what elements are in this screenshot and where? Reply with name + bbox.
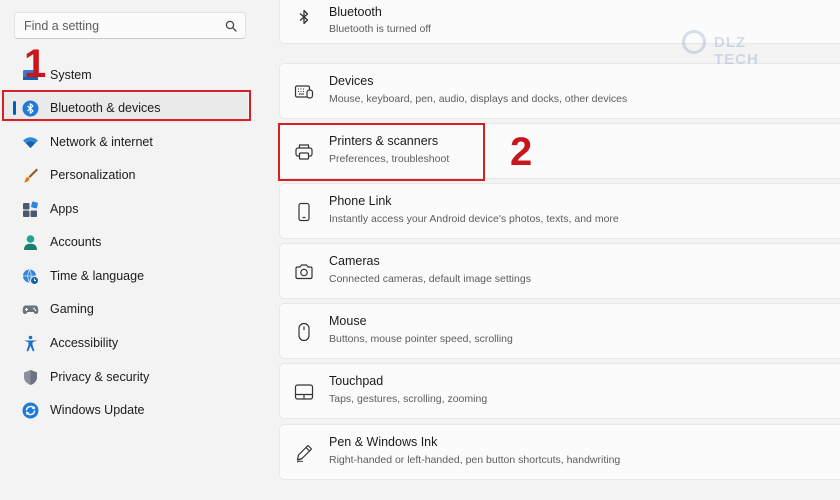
gamepad-icon [22, 305, 39, 314]
sidebar-item-label: Network & internet [50, 135, 153, 149]
card-title: Phone Link [329, 194, 392, 208]
sidebar-item-accounts[interactable]: Accounts [4, 227, 248, 257]
watermark-circle [682, 30, 706, 54]
search-input[interactable]: Find a setting [24, 19, 99, 33]
wifi-icon [23, 137, 38, 148]
apps-icon [23, 201, 38, 217]
sidebar-item-windows-update[interactable]: Windows Update [4, 395, 248, 425]
sidebar-item-accessibility[interactable]: Accessibility [4, 328, 248, 358]
watermark-logo: DLZ TECH [672, 28, 796, 68]
bluetooth-icon [299, 9, 309, 25]
accessibility-icon [24, 335, 37, 352]
sidebar-item-label: System [50, 68, 92, 82]
watermark-text: DLZ TECH [714, 34, 759, 68]
sidebar-item-label: Privacy & security [50, 370, 150, 384]
step-number-2: 2 [510, 130, 533, 174]
sidebar-item-privacy-security[interactable]: Privacy & security [4, 362, 248, 392]
card-title: Devices [329, 74, 374, 88]
card-description: Taps, gestures, scrolling, zooming [329, 393, 488, 405]
search-icon[interactable] [225, 20, 237, 32]
card-description: Instantly access your Android device's p… [329, 213, 619, 225]
card-title: Pen & Windows Ink [329, 435, 438, 449]
settings-card-mouse[interactable]: Mouse Buttons, mouse pointer speed, scro… [279, 303, 840, 359]
sidebar-item-time-language[interactable]: Time & language [4, 261, 248, 291]
pen-icon [296, 444, 313, 463]
card-description: Right-handed or left-handed, pen button … [329, 454, 621, 466]
sidebar-item-gaming[interactable]: Gaming [4, 294, 248, 324]
sidebar-item-label: Time & language [50, 269, 145, 283]
mouse-icon [298, 322, 310, 342]
settings-card-devices[interactable]: Devices Mouse, keyboard, pen, audio, dis… [279, 63, 840, 119]
settings-card-touchpad[interactable]: Touchpad Taps, gestures, scrolling, zoom… [279, 363, 840, 419]
person-icon [24, 235, 37, 250]
highlight-box-bluetooth-devices [2, 90, 251, 121]
card-description: Buttons, mouse pointer speed, scrolling [329, 333, 513, 345]
settings-card-cameras[interactable]: Cameras Connected cameras, default image… [279, 243, 840, 299]
camera-icon [295, 264, 313, 280]
settings-card-pen-windows-ink[interactable]: Pen & Windows Ink Right-handed or left-h… [279, 424, 840, 480]
devices-icon [294, 85, 314, 99]
sidebar-item-label: Accounts [50, 235, 102, 249]
sidebar-item-personalization[interactable]: Personalization [4, 160, 248, 190]
globe-clock-icon [23, 269, 39, 285]
sidebar-item-label: Windows Update [50, 403, 145, 417]
highlight-box-printers-scanners [278, 123, 485, 181]
update-icon [22, 402, 39, 419]
brush-icon [24, 168, 38, 183]
sidebar-item-label: Gaming [50, 302, 94, 316]
sidebar-item-label: Personalization [50, 168, 136, 182]
sidebar-item-label: Accessibility [50, 336, 119, 350]
card-title: Touchpad [329, 374, 384, 388]
shield-icon [24, 370, 37, 385]
sidebar-item-label: Apps [50, 202, 79, 216]
sidebar-item-apps[interactable]: Apps [4, 194, 248, 224]
search-box[interactable]: Find a setting [14, 12, 246, 39]
card-description: Bluetooth is turned off [329, 23, 431, 35]
card-description: Mouse, keyboard, pen, audio, displays an… [329, 93, 628, 105]
card-title: Mouse [329, 314, 367, 328]
settings-card-phone-link[interactable]: Phone Link Instantly access your Android… [279, 183, 840, 239]
phone-icon [298, 202, 310, 222]
card-title: Bluetooth [329, 5, 382, 19]
sidebar-item-network[interactable]: Network & internet [4, 127, 248, 157]
card-title: Cameras [329, 254, 380, 268]
touchpad-icon [294, 384, 314, 400]
card-description: Connected cameras, default image setting… [329, 273, 531, 285]
step-number-1: 1 [24, 42, 47, 86]
